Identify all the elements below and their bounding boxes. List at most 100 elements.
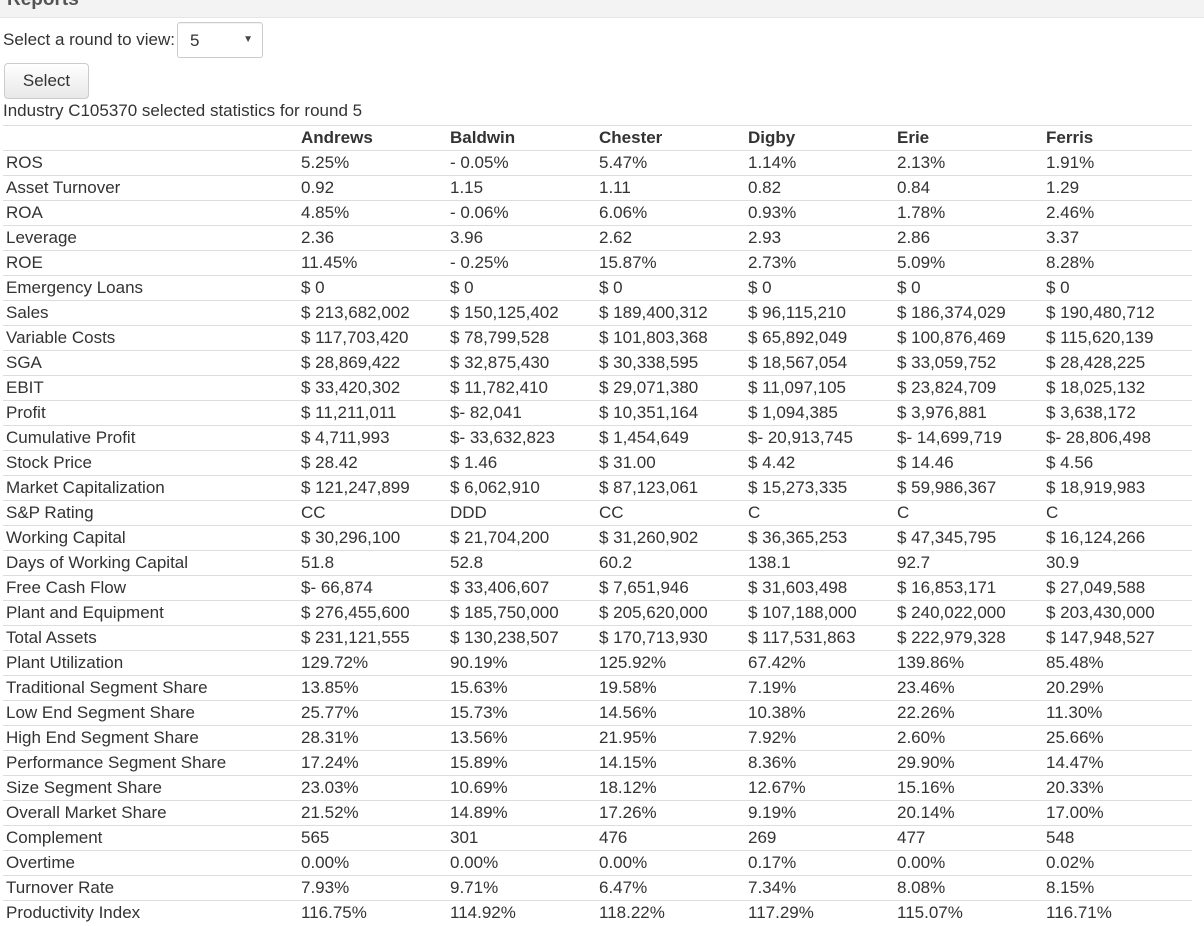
- table-row: Low End Segment Share 25.77% 15.73% 14.56% 1…: [3, 700, 1192, 726]
- table-row: Leverage 2.36 3.96 2.62 2.93 2.86 3.37: [3, 225, 1192, 251]
- table-cell: $ 150,125,402: [447, 300, 596, 326]
- table-cell: $ 31.00: [596, 450, 745, 476]
- table-cell: 7.19%: [745, 675, 894, 701]
- table-cell: $ 31,603,498: [745, 575, 894, 601]
- table-row: Productivity Index 116.75% 114.92% 118.22% 1…: [3, 900, 1192, 925]
- row-label: Variable Costs: [3, 325, 298, 351]
- column-header-digby: Digby: [745, 125, 894, 151]
- table-cell: 67.42%: [745, 650, 894, 676]
- table-cell: C: [894, 500, 1043, 526]
- table-cell: $ 190,480,712: [1043, 300, 1192, 326]
- table-cell: $ 30,296,100: [298, 525, 447, 551]
- table-row: Cumulative Profit $ 4,711,993 $- 33,632,82…: [3, 425, 1192, 451]
- table-cell: $ 240,022,000: [894, 600, 1043, 626]
- row-label: Traditional Segment Share: [3, 675, 298, 701]
- row-label: EBIT: [3, 375, 298, 401]
- table-cell: 13.56%: [447, 725, 596, 751]
- table-cell: DDD: [447, 500, 596, 526]
- column-header-metric: [3, 125, 298, 151]
- table-row: Size Segment Share 23.03% 10.69% 18.12% 12.6…: [3, 775, 1192, 801]
- table-cell: 21.52%: [298, 800, 447, 826]
- table-cell: CC: [596, 500, 745, 526]
- table-row: S&P Rating CC DDD CC C C C: [3, 500, 1192, 526]
- column-header-andrews: Andrews: [298, 125, 447, 151]
- chevron-down-icon: ▼: [243, 34, 253, 45]
- table-cell: $ 31,260,902: [596, 525, 745, 551]
- table-cell: $ 27,049,588: [1043, 575, 1192, 601]
- table-cell: 20.14%: [894, 800, 1043, 826]
- table-cell: $ 117,703,420: [298, 325, 447, 351]
- table-cell: $ 101,803,368: [596, 325, 745, 351]
- table-cell: $ 0: [447, 275, 596, 301]
- row-label: Market Capitalization: [3, 475, 298, 501]
- select-button[interactable]: Select: [4, 63, 89, 99]
- table-cell: $ 78,799,528: [447, 325, 596, 351]
- table-cell: 129.72%: [298, 650, 447, 676]
- page-title: Reports: [7, 0, 79, 11]
- table-cell: 6.47%: [596, 875, 745, 901]
- row-label: Cumulative Profit: [3, 425, 298, 451]
- table-cell: 15.16%: [894, 775, 1043, 801]
- table-body: ROS 5.25% - 0.05% 5.47% 1.14% 2.13% 1.91% Asset…: [3, 150, 1192, 925]
- table-cell: 476: [596, 825, 745, 851]
- table-cell: 29.90%: [894, 750, 1043, 776]
- table-cell: 18.12%: [596, 775, 745, 801]
- table-cell: 51.8: [298, 550, 447, 576]
- table-cell: 52.8: [447, 550, 596, 576]
- row-label: Profit: [3, 400, 298, 426]
- round-select[interactable]: 5 ▼: [176, 22, 263, 58]
- row-label: Productivity Index: [3, 900, 298, 925]
- table-cell: $ 185,750,000: [447, 600, 596, 626]
- table-cell: $ 16,853,171: [894, 575, 1043, 601]
- table-cell: 0.84: [894, 175, 1043, 201]
- table-cell: $ 189,400,312: [596, 300, 745, 326]
- table-cell: 1.29: [1043, 175, 1192, 201]
- table-cell: 21.95%: [596, 725, 745, 751]
- table-cell: $ 115,620,139: [1043, 325, 1192, 351]
- table-cell: 20.33%: [1043, 775, 1192, 801]
- table-cell: $ 4.56: [1043, 450, 1192, 476]
- table-cell: $ 203,430,000: [1043, 600, 1192, 626]
- table-cell: 115.07%: [894, 900, 1043, 925]
- table-row: Emergency Loans $ 0 $ 0 $ 0 $ 0 $ 0 $ 0: [3, 275, 1192, 301]
- table-row: Days of Working Capital 51.8 52.8 60.2 138.1…: [3, 550, 1192, 576]
- table-cell: $ 28,428,225: [1043, 350, 1192, 376]
- table-cell: $ 15,273,335: [745, 475, 894, 501]
- table-cell: 0.00%: [596, 850, 745, 876]
- table-cell: $ 18,567,054: [745, 350, 894, 376]
- table-cell: - 0.06%: [447, 200, 596, 226]
- row-label: Turnover Rate: [3, 875, 298, 901]
- table-caption: Industry C105370 selected statistics for…: [3, 101, 363, 120]
- row-label: Working Capital: [3, 525, 298, 551]
- table-cell: $ 222,979,328: [894, 625, 1043, 651]
- table-cell: 2.62: [596, 225, 745, 251]
- table-cell: 116.71%: [1043, 900, 1192, 925]
- table-cell: $ 0: [298, 275, 447, 301]
- table-cell: $ 205,620,000: [596, 600, 745, 626]
- table-cell: $ 0: [894, 275, 1043, 301]
- table-cell: 2.13%: [894, 150, 1043, 176]
- table-row: ROA 4.85% - 0.06% 6.06% 0.93% 1.78% 2.46%: [3, 200, 1192, 226]
- table-cell: 0.00%: [894, 850, 1043, 876]
- row-label: High End Segment Share: [3, 725, 298, 751]
- table-cell: 548: [1043, 825, 1192, 851]
- row-label: Asset Turnover: [3, 175, 298, 201]
- table-cell: 92.7: [894, 550, 1043, 576]
- table-cell: 19.58%: [596, 675, 745, 701]
- table-cell: 269: [745, 825, 894, 851]
- table-cell: 7.93%: [298, 875, 447, 901]
- table-cell: $ 121,247,899: [298, 475, 447, 501]
- table-cell: 14.56%: [596, 700, 745, 726]
- table-row: SGA $ 28,869,422 $ 32,875,430 $ 30,338,595 $…: [3, 350, 1192, 376]
- table-cell: $- 28,806,498: [1043, 425, 1192, 451]
- table-row: High End Segment Share 28.31% 13.56% 21.95%…: [3, 725, 1192, 751]
- table-row: Plant and Equipment $ 276,455,600 $ 185,75…: [3, 600, 1192, 626]
- table-row: Working Capital $ 30,296,100 $ 21,704,200 $…: [3, 525, 1192, 551]
- table-row: Total Assets $ 231,121,555 $ 130,238,507 $ …: [3, 625, 1192, 651]
- table-cell: 5.25%: [298, 150, 447, 176]
- table-cell: $ 0: [596, 275, 745, 301]
- table-cell: 8.28%: [1043, 250, 1192, 276]
- table-cell: 8.36%: [745, 750, 894, 776]
- row-label: Low End Segment Share: [3, 700, 298, 726]
- table-cell: 477: [894, 825, 1043, 851]
